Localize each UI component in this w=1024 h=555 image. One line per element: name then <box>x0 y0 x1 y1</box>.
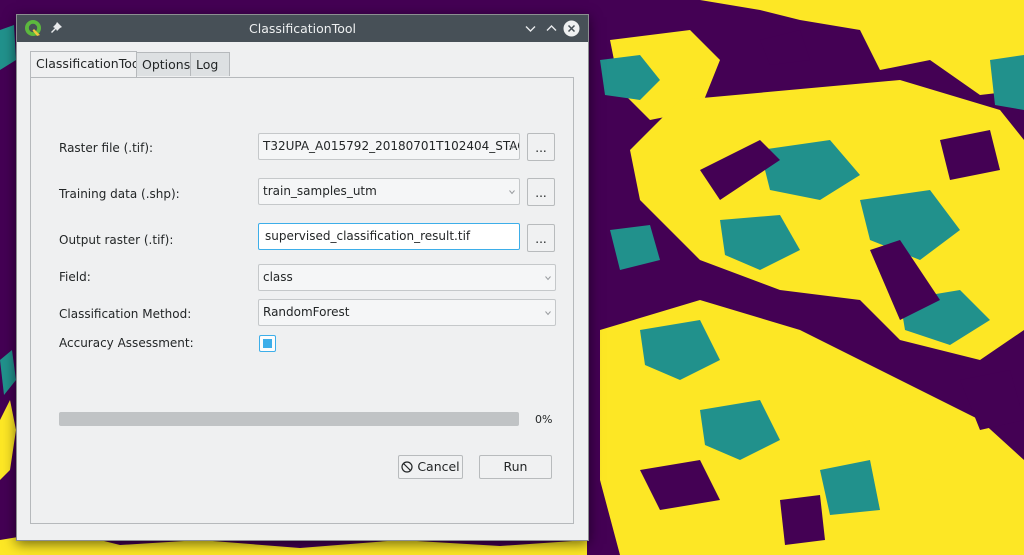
close-icon[interactable] <box>563 20 580 37</box>
progress-percent: 0% <box>535 413 553 426</box>
run-button[interactable]: Run <box>479 455 552 479</box>
classification-method-combo[interactable]: RandomForest <box>258 299 556 326</box>
output-browse-button[interactable]: ... <box>527 224 555 252</box>
raster-file-label: Raster file (.tif): <box>59 141 154 155</box>
chevron-down-icon <box>509 145 515 150</box>
accuracy-assessment-label: Accuracy Assessment: <box>59 336 194 350</box>
tab-options[interactable]: Options <box>136 52 191 76</box>
raster-browse-button[interactable]: ... <box>527 133 555 161</box>
output-raster-label: Output raster (.tif): <box>59 233 174 247</box>
checkbox-checked-mark <box>263 339 272 348</box>
chevron-down-icon <box>545 311 551 316</box>
output-raster-input[interactable]: supervised_classification_result.tif <box>258 223 520 250</box>
tab-classificationtool[interactable]: ClassificationTool <box>30 51 143 78</box>
classification-tool-dialog: ClassificationTool ClassificationTool Op… <box>16 14 589 541</box>
classification-panel: Raster file (.tif): T32UPA_A015792_20180… <box>30 77 574 524</box>
raster-file-combo[interactable]: T32UPA_A015792_20180701T102404_STACK <box>258 133 520 160</box>
accuracy-assessment-checkbox[interactable] <box>259 335 276 352</box>
title-bar[interactable]: ClassificationTool <box>17 15 588 42</box>
progress-bar <box>59 412 519 426</box>
training-data-value: train_samples_utm <box>263 184 377 198</box>
chevron-down-icon <box>509 190 515 195</box>
classification-method-value: RandomForest <box>263 305 350 319</box>
tab-log[interactable]: Log <box>190 52 230 76</box>
window-title: ClassificationTool <box>249 21 356 36</box>
field-label: Field: <box>59 270 91 284</box>
cancel-button[interactable]: Cancel <box>398 455 463 479</box>
minimize-icon[interactable] <box>522 20 539 37</box>
maximize-icon[interactable] <box>543 20 560 37</box>
training-data-combo[interactable]: train_samples_utm <box>258 178 520 205</box>
training-browse-button[interactable]: ... <box>527 178 555 206</box>
classification-method-label: Classification Method: <box>59 307 192 321</box>
chevron-down-icon <box>545 276 551 281</box>
training-data-label: Training data (.shp): <box>59 187 180 201</box>
field-combo[interactable]: class <box>258 264 556 291</box>
field-value: class <box>263 270 293 284</box>
raster-file-value: T32UPA_A015792_20180701T102404_STACK <box>263 139 520 153</box>
cancel-label: Cancel <box>417 459 460 474</box>
cancel-icon <box>401 461 413 473</box>
